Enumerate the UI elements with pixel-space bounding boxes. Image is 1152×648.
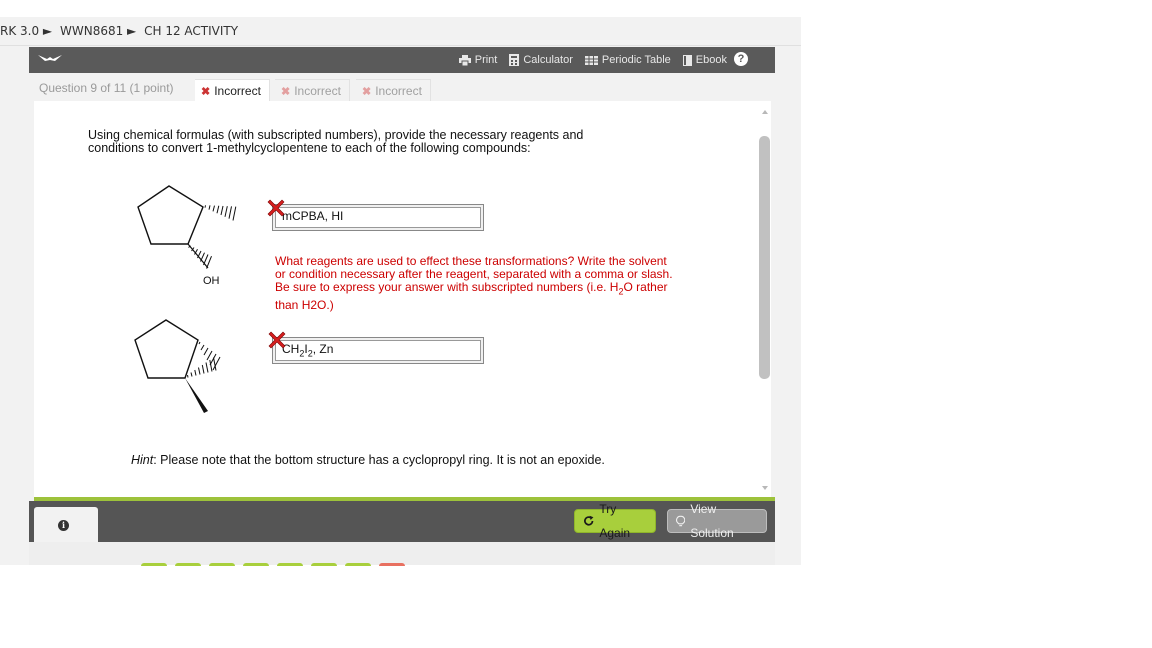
question-bar: Question 9 of 11 (1 point) ✖ Incorrect ✖ I… <box>29 73 775 102</box>
molecule-2-structure <box>134 319 221 413</box>
scroll-down-arrow-icon[interactable] <box>762 486 768 490</box>
print-label: Print <box>474 54 498 66</box>
question-nav-pill[interactable] <box>345 563 371 566</box>
book-icon <box>682 54 692 66</box>
close-icon: ✖ <box>281 86 291 98</box>
view-solution-label: View Solution <box>690 502 734 540</box>
close-icon: ✖ <box>201 86 211 98</box>
info-tab[interactable]: i <box>34 507 98 542</box>
close-icon: ✖ <box>362 86 372 98</box>
print-button[interactable]: Print <box>458 54 498 66</box>
scroll-up-arrow-icon[interactable] <box>762 110 768 114</box>
info-icon: i <box>58 520 69 531</box>
breadcrumb-item[interactable]: CH 12 ACTIVITY <box>144 24 238 38</box>
lightbulb-icon <box>676 515 686 527</box>
attempt-tab[interactable]: ✖ Incorrect <box>356 79 431 102</box>
breadcrumb-item[interactable]: RK 3.0 ► <box>0 24 52 38</box>
question-prompt: Using chemical formulas (with subscripte… <box>88 128 584 155</box>
periodic-table-label: Periodic Table <box>601 54 671 66</box>
answer-field[interactable]: mCPBA, HI <box>272 204 484 231</box>
question-nav-pill[interactable] <box>311 563 337 566</box>
question-navigation <box>29 542 775 565</box>
printer-icon <box>458 54 471 66</box>
scrollbar-thumb[interactable] <box>759 136 770 379</box>
question-nav-pill[interactable] <box>209 563 235 566</box>
help-icon[interactable]: ? <box>734 52 748 66</box>
question-nav-pill[interactable] <box>141 563 167 566</box>
calculator-label: Calculator <box>523 54 573 66</box>
hint-text: Hint: Please note that the bottom struct… <box>131 453 605 467</box>
molecule-1-structure: OH <box>137 185 237 287</box>
ebook-label: Ebook <box>695 54 727 66</box>
calculator-button[interactable]: Calculator <box>509 54 573 66</box>
attempt-tab-label: Incorrect <box>375 84 422 98</box>
ebook-button[interactable]: Ebook <box>682 54 727 66</box>
answer-2-input[interactable]: CH2I2, Zn <box>275 340 481 361</box>
question-nav-pill[interactable] <box>175 563 201 566</box>
bird-logo-icon <box>38 55 62 61</box>
formula-text: , Zn <box>312 342 334 356</box>
attempt-tab[interactable]: ✖ Incorrect <box>195 79 270 102</box>
question-nav-pill[interactable] <box>379 563 405 566</box>
table-icon <box>584 55 598 65</box>
view-solution-button[interactable]: View Solution <box>667 502 767 540</box>
attempt-tab-label: Incorrect <box>294 84 341 98</box>
feedback-message: What reagents are used to effect these t… <box>275 254 675 312</box>
attempt-tab[interactable]: ✖ Incorrect <box>275 79 350 102</box>
refresh-icon <box>584 515 594 526</box>
top-toolbar: Print Calculator Periodic Table Ebook ? <box>29 47 775 73</box>
question-nav-pill[interactable] <box>243 563 269 566</box>
answer-field[interactable]: CH2I2, Zn <box>272 337 484 364</box>
hint-body: : Please note that the bottom structure … <box>153 453 605 467</box>
try-again-button[interactable]: Try Again <box>574 502 656 540</box>
answer-1-input[interactable]: mCPBA, HI <box>275 207 481 228</box>
breadcrumb: RK 3.0 ► WWN8681 ► CH 12 ACTIVITY <box>0 17 801 46</box>
attempt-tab-label: Incorrect <box>214 84 261 98</box>
footer-bar: i Try Again View Solution <box>29 501 775 542</box>
try-again-label: Try Again <box>599 502 631 540</box>
hint-label: Hint <box>131 453 154 467</box>
periodic-table-button[interactable]: Periodic Table <box>584 54 671 66</box>
incorrect-x-icon <box>267 199 285 217</box>
hydroxyl-label: OH <box>203 275 220 287</box>
question-nav-pill[interactable] <box>277 563 303 566</box>
breadcrumb-item[interactable]: WWN8681 ► <box>60 24 136 38</box>
incorrect-x-icon <box>268 331 286 349</box>
feedback-text: What reagents are used to effect these t… <box>275 254 673 295</box>
question-number: Question 9 of 11 (1 point) <box>39 81 174 95</box>
calculator-icon <box>509 54 520 66</box>
